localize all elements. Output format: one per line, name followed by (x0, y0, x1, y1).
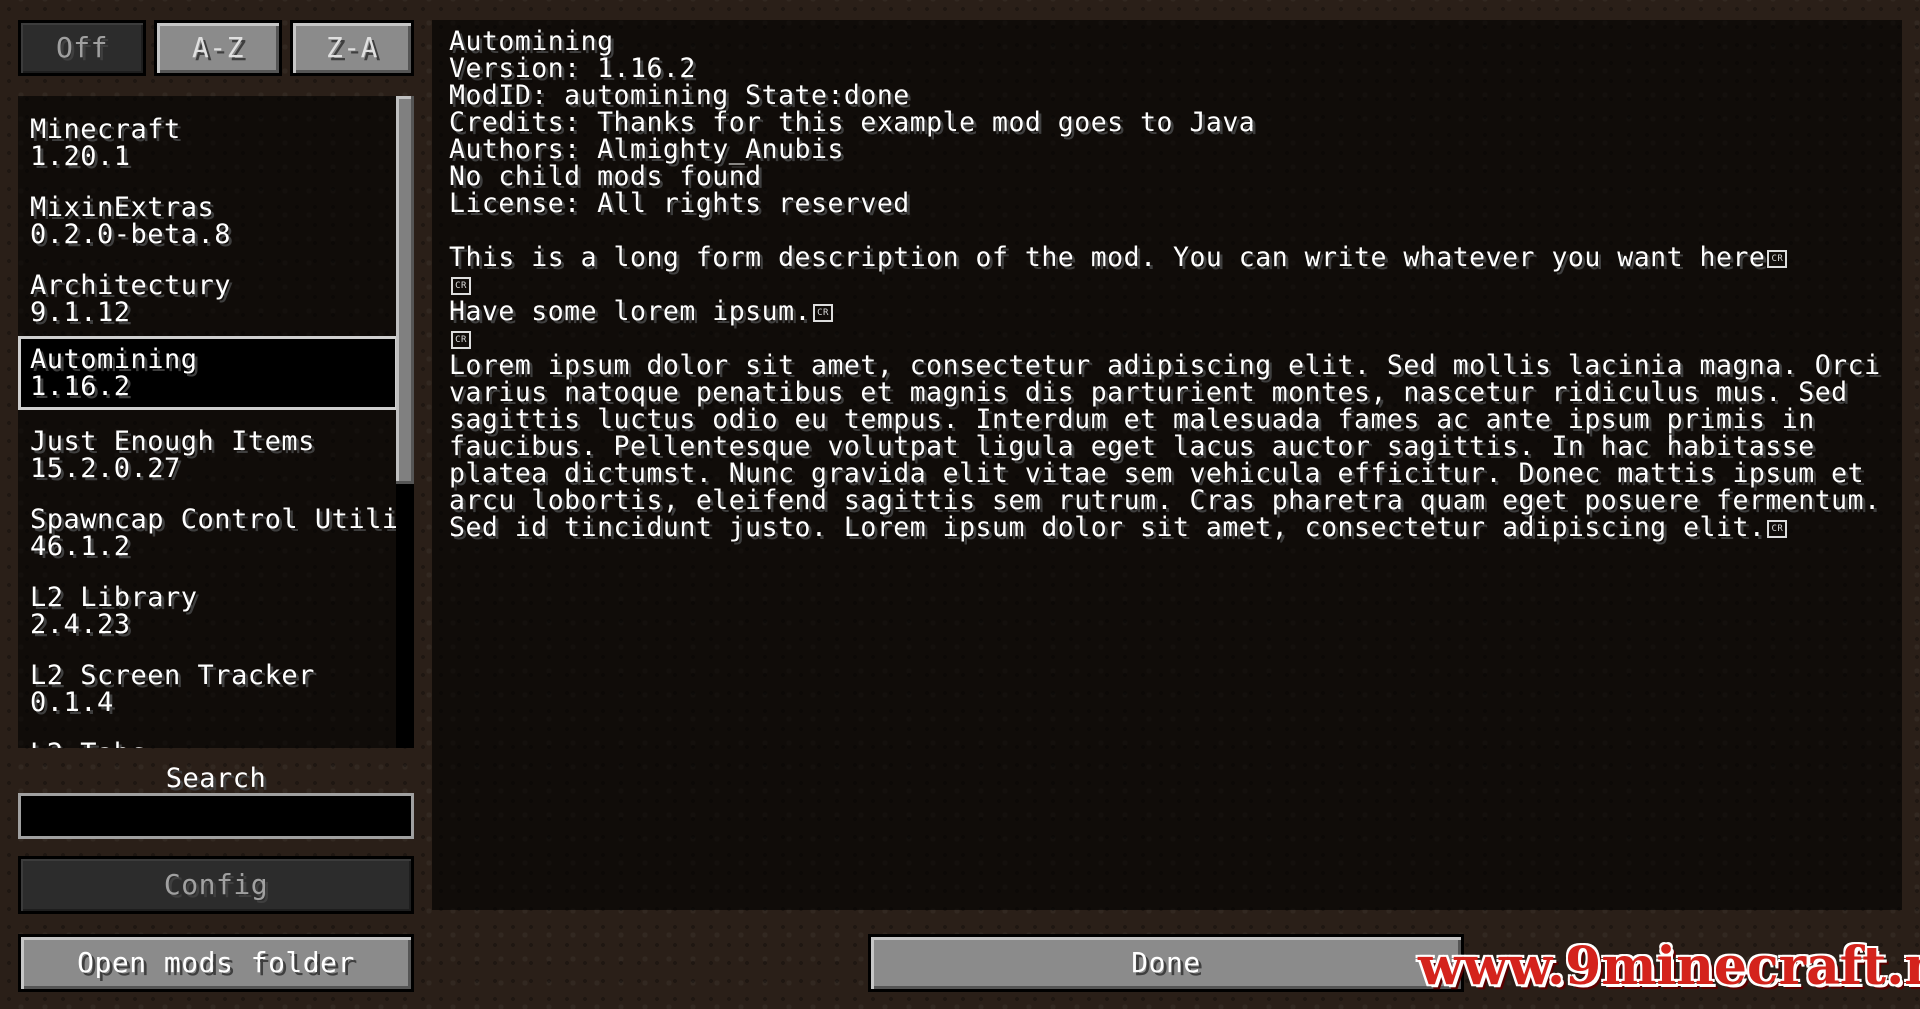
mod-description-text-2: Have some lorem ipsum. (449, 296, 811, 327)
mod-version: 0.2.0-beta.8 (30, 219, 232, 250)
mod-info-name: Automining (449, 26, 614, 57)
mod-description-line-1: This is a long form description of the m… (449, 244, 1889, 271)
mod-info-text: Automining Version: 1.16.2 ModID: automi… (449, 28, 1889, 541)
mod-description-paragraph: Lorem ipsum dolor sit amet, consectetur … (449, 352, 1889, 541)
open-mods-folder-button[interactable]: Open mods folder (18, 934, 414, 992)
mod-entry-just-enough-items[interactable]: Just Enough Items 15.2.0.27 (18, 418, 396, 492)
mod-version: 1.16.2 (30, 371, 131, 402)
mod-version: 2.4.23 (30, 609, 131, 640)
mod-list[interactable]: Minecraft 1.20.1 MixinExtras 0.2.0-beta.… (18, 96, 414, 748)
mod-version: 9.1.12 (30, 297, 131, 328)
mod-name: Just Enough Items (30, 426, 315, 457)
sort-az-button[interactable]: A-Z (154, 20, 282, 76)
mod-description-line-2: Have some lorem ipsum. CR (449, 298, 1889, 325)
config-button[interactable]: Config (18, 856, 414, 914)
mod-version: 15.2.0.27 (30, 453, 181, 484)
mod-description-text-3: Lorem ipsum dolor sit amet, consectetur … (449, 350, 1881, 543)
mod-list-scrollbar-thumb[interactable] (396, 96, 414, 484)
sort-off-button[interactable]: Off (18, 20, 146, 76)
mod-name: Automining (30, 344, 198, 375)
carriage-return-icon: CR (451, 276, 471, 295)
mod-description-text-1: This is a long form description of the m… (449, 242, 1766, 273)
search-label: Search (165, 763, 267, 794)
mod-name: Spawncap Control Utility (30, 504, 414, 535)
mod-description-cr-line: CR (449, 271, 1889, 298)
mod-entry-mixinextras[interactable]: MixinExtras 0.2.0-beta.8 (18, 184, 396, 258)
mod-name: Architectury (30, 270, 232, 301)
mod-version: 46.1.2 (30, 531, 131, 562)
mod-version: 1.20.1 (30, 141, 131, 172)
mod-name: MixinExtras (30, 192, 215, 223)
mod-info-modid: ModID: automining State:done (449, 80, 910, 111)
mod-info-authors: Authors: Almighty_Anubis (449, 134, 844, 165)
search-input[interactable] (18, 793, 414, 839)
carriage-return-icon: CR (1767, 249, 1788, 268)
mod-entry-l2-library[interactable]: L2 Library 2.4.23 (18, 574, 396, 648)
mod-name: L2 Screen Tracker (30, 660, 315, 691)
carriage-return-icon: CR (451, 330, 471, 349)
sort-za-button[interactable]: Z-A (290, 20, 414, 76)
mod-description-cr-line: CR (449, 325, 1889, 352)
watermark: www.9minecraft.net (1418, 936, 1920, 997)
mod-info-children: No child mods found (449, 161, 762, 192)
mod-info-version: Version: 1.16.2 (449, 53, 696, 84)
mod-version: 0.1.4 (30, 687, 114, 718)
carriage-return-icon: CR (813, 303, 833, 322)
mod-entry-automining[interactable]: Automining 1.16.2 (18, 336, 398, 410)
mod-name: L2 Library (30, 582, 198, 613)
done-button[interactable]: Done (868, 934, 1464, 992)
mod-entry-l2-screen-tracker[interactable]: L2 Screen Tracker 0.1.4 (18, 652, 396, 726)
mod-entry-spawncap-control-utility[interactable]: Spawncap Control Utility 46.1.2 (18, 496, 414, 570)
mod-name: Minecraft (30, 114, 181, 145)
carriage-return-icon: CR (1767, 519, 1788, 538)
mod-name: L2 Tabs (30, 740, 396, 748)
mod-info-credits: Credits: Thanks for this example mod goe… (449, 107, 1256, 138)
mod-entry-architectury[interactable]: Architectury 9.1.12 (18, 262, 396, 336)
mod-info-license: License: All rights reserved (449, 188, 910, 219)
mod-entry-l2-tabs[interactable]: L2 Tabs (18, 730, 396, 748)
mod-entry-minecraft[interactable]: Minecraft 1.20.1 (18, 106, 396, 180)
